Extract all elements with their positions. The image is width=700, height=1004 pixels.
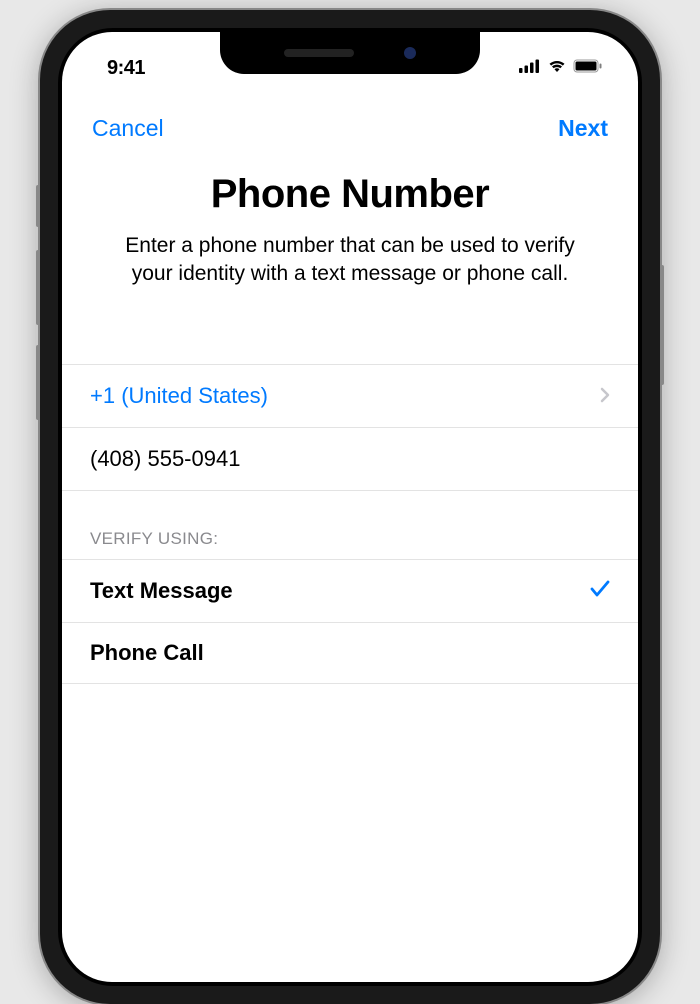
front-camera <box>404 47 416 59</box>
cellular-signal-icon <box>519 59 541 78</box>
page-title: Phone Number <box>62 172 638 217</box>
navigation-bar: Cancel Next <box>62 87 638 152</box>
status-icons <box>519 59 603 78</box>
volume-down-button <box>36 345 40 420</box>
verify-section-header: VERIFY USING: <box>62 491 638 559</box>
phone-input-section: +1 (United States) <box>62 364 638 491</box>
chevron-right-icon <box>600 383 610 409</box>
phone-device-frame: 9:41 <box>40 10 660 1004</box>
battery-icon <box>573 59 603 78</box>
status-time: 9:41 <box>107 57 145 80</box>
verify-option-phone-call[interactable]: Phone Call <box>62 623 638 684</box>
side-button <box>660 265 664 385</box>
phone-number-input[interactable] <box>90 446 610 472</box>
silent-switch <box>36 185 40 227</box>
volume-up-button <box>36 250 40 325</box>
next-button[interactable]: Next <box>558 115 608 142</box>
verify-option-label: Phone Call <box>90 640 204 666</box>
country-code-row[interactable]: +1 (United States) <box>62 365 638 428</box>
phone-number-row[interactable] <box>62 428 638 491</box>
checkmark-icon <box>590 577 610 605</box>
page-subtitle: Enter a phone number that can be used to… <box>62 232 638 289</box>
wifi-icon <box>547 59 567 78</box>
country-code-label: +1 (United States) <box>90 383 268 409</box>
cancel-button[interactable]: Cancel <box>92 115 164 142</box>
verify-option-label: Text Message <box>90 578 233 604</box>
device-notch <box>220 32 480 74</box>
speaker-grille <box>284 49 354 57</box>
phone-screen: 9:41 <box>62 32 638 982</box>
verify-option-text-message[interactable]: Text Message <box>62 559 638 623</box>
